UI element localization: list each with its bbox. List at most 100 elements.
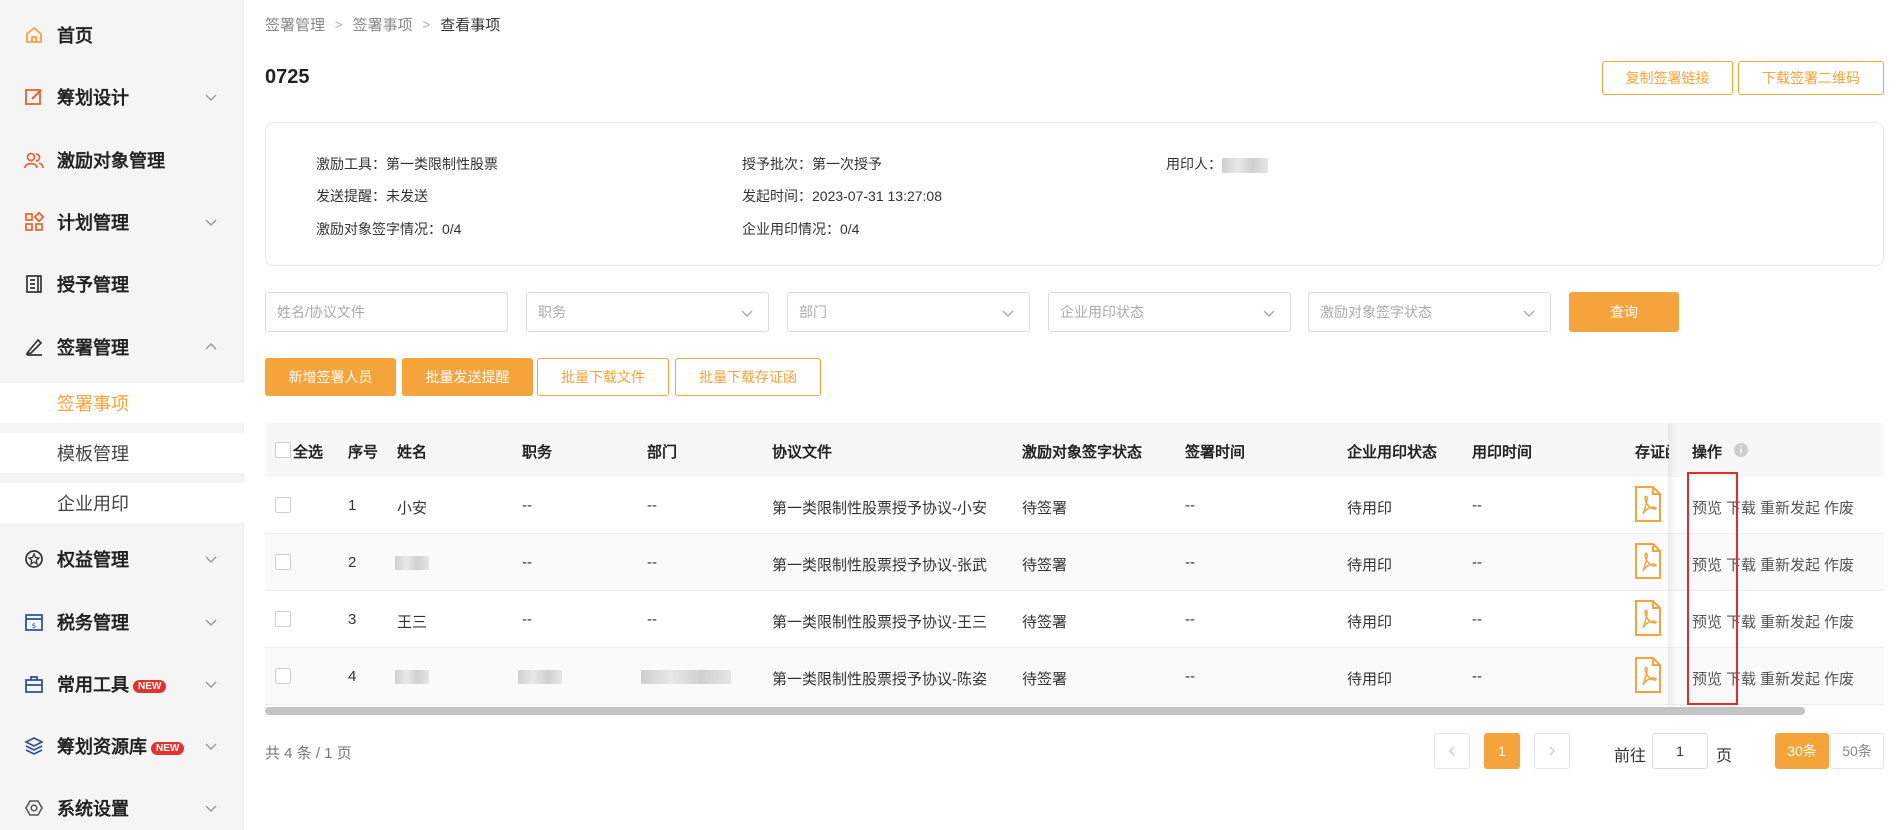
- prev-page-button[interactable]: [1434, 733, 1470, 769]
- sidebar-item-plans[interactable]: 计划管理: [0, 202, 244, 242]
- row-checkbox[interactable]: [275, 668, 291, 684]
- sign-status-select[interactable]: 激励对象签字状态: [1308, 292, 1551, 332]
- void-link[interactable]: 作废: [1824, 497, 1854, 518]
- resend-link[interactable]: 重新发起: [1760, 611, 1820, 632]
- query-button[interactable]: 查询: [1569, 292, 1679, 332]
- cell-agreement[interactable]: 第一类限制性股票授予协议-小安: [772, 497, 987, 518]
- info-batch: 授予批次：第一次授予: [742, 156, 882, 172]
- chevron-down-icon: [1523, 310, 1535, 317]
- page-size-30-button[interactable]: 30条: [1775, 733, 1829, 769]
- chevron-left-icon: [1449, 746, 1455, 756]
- row-checkbox[interactable]: [275, 611, 291, 627]
- cell-agreement[interactable]: 第一类限制性股票授予协议-张武: [772, 554, 987, 575]
- sidebar-item-label: 激励对象管理: [57, 151, 165, 171]
- sidebar-item-home[interactable]: 首页: [0, 15, 244, 55]
- sidebar-subitem-label: 企业用印: [57, 494, 129, 514]
- pdf-file-icon[interactable]: [1634, 657, 1662, 693]
- col-position: 职务: [522, 444, 553, 461]
- info-reminder: 发送提醒：未发送: [316, 188, 428, 204]
- svg-text:$: $: [32, 622, 36, 630]
- void-link[interactable]: 作废: [1824, 611, 1854, 632]
- row-checkbox[interactable]: [275, 554, 291, 570]
- page-size-50-button[interactable]: 50条: [1830, 733, 1884, 769]
- chevron-down-icon: [741, 310, 753, 317]
- goto-page-input[interactable]: 1: [1652, 733, 1708, 769]
- sidebar-subitem-label: 签署事项: [57, 394, 129, 414]
- sidebar-item-settings[interactable]: 系统设置: [0, 788, 244, 828]
- chevron-down-icon: [205, 94, 217, 101]
- sidebar-subitem-signing-matters[interactable]: 签署事项: [0, 383, 244, 423]
- col-seal-status: 企业用印状态: [1347, 444, 1438, 461]
- breadcrumb-signing[interactable]: 签署管理: [265, 14, 325, 35]
- chevron-down-icon: [205, 805, 217, 812]
- sidebar-item-incentive-objects[interactable]: 激励对象管理: [0, 140, 244, 180]
- cell-agreement[interactable]: 第一类限制性股票授予协议-王三: [772, 611, 987, 632]
- row-checkbox[interactable]: [275, 497, 291, 513]
- cell-seal-status: 待用印: [1347, 500, 1393, 517]
- sidebar-subitem-templates[interactable]: 模板管理: [0, 433, 244, 473]
- batch-remind-button[interactable]: 批量发送提醒: [402, 358, 533, 396]
- chevron-down-icon: [205, 219, 217, 226]
- resend-link[interactable]: 重新发起: [1760, 497, 1820, 518]
- pdf-file-icon[interactable]: [1634, 486, 1662, 522]
- table-row: 3 王三 -- -- 第一类限制性股票授予协议-王三 待签署 -- 待用印 --…: [265, 591, 1884, 648]
- info-tool: 激励工具：第一类限制性股票: [316, 156, 498, 172]
- page-button-current[interactable]: 1: [1484, 733, 1520, 769]
- name-search-input[interactable]: 姓名/协议文件: [265, 292, 508, 332]
- sidebar-item-tools[interactable]: 常用工具 NEW: [0, 664, 244, 704]
- table-row: 1 小安 -- -- 第一类限制性股票授予协议-小安 待签署 -- 待用印 --…: [265, 477, 1884, 534]
- void-link[interactable]: 作废: [1824, 554, 1854, 575]
- chevron-down-icon: [205, 743, 217, 750]
- sidebar-item-signing[interactable]: 签署管理: [0, 327, 244, 367]
- void-link[interactable]: 作废: [1824, 668, 1854, 689]
- cell-sign-time: --: [1185, 554, 1195, 571]
- sidebar-item-label: 筹划资源库 NEW: [57, 733, 185, 759]
- cell-seal-status: 待用印: [1347, 671, 1393, 688]
- col-operations: 操作: [1692, 444, 1723, 461]
- users-icon: [24, 150, 44, 170]
- cell-sign-time: --: [1185, 611, 1195, 628]
- batch-download-files-button[interactable]: 批量下载文件: [537, 358, 669, 396]
- breadcrumb: 签署管理 > 签署事项 > 查看事项: [265, 14, 500, 35]
- info-icon[interactable]: [1733, 442, 1749, 458]
- cell-position: --: [522, 554, 532, 571]
- resend-link[interactable]: 重新发起: [1760, 554, 1820, 575]
- cell-seal-time: --: [1472, 668, 1482, 685]
- redacted-name: [395, 670, 429, 684]
- sidebar-item-label: 常用工具 NEW: [57, 671, 167, 697]
- cell-sign-status: 待签署: [1022, 500, 1068, 517]
- highlight-box: [1687, 472, 1738, 705]
- pdf-file-icon[interactable]: [1634, 543, 1662, 579]
- cell-seal-time: --: [1472, 497, 1482, 514]
- breadcrumb-matters[interactable]: 签署事项: [353, 14, 413, 35]
- sidebar-item-equity[interactable]: 权益管理: [0, 539, 244, 579]
- next-page-button[interactable]: [1534, 733, 1570, 769]
- download-qr-button[interactable]: 下载签署二维码: [1738, 61, 1884, 95]
- col-certificate: 存证函: [1635, 444, 1669, 461]
- select-all-checkbox[interactable]: [275, 442, 291, 458]
- cell-agreement[interactable]: 第一类限制性股票授予协议-陈姿: [772, 668, 987, 689]
- chevron-down-icon: [1263, 310, 1275, 317]
- sidebar-item-tax[interactable]: $ 税务管理: [0, 602, 244, 642]
- sidebar-item-design[interactable]: 筹划设计: [0, 77, 244, 117]
- seal-status-select[interactable]: 企业用印状态: [1048, 292, 1291, 332]
- department-select[interactable]: 部门: [787, 292, 1030, 332]
- position-select[interactable]: 职务: [526, 292, 769, 332]
- batch-download-certs-button[interactable]: 批量下载存证函: [675, 358, 821, 396]
- settings-hex-icon: [24, 798, 44, 818]
- pdf-file-icon[interactable]: [1634, 600, 1662, 636]
- add-signer-button[interactable]: 新增签署人员: [265, 358, 396, 396]
- sidebar-subitem-company-seal[interactable]: 企业用印: [0, 483, 244, 523]
- sidebar-item-label: 首页: [57, 26, 93, 46]
- horizontal-scrollbar[interactable]: [265, 707, 1805, 715]
- col-sign-time: 签署时间: [1185, 444, 1246, 461]
- copy-sign-link-button[interactable]: 复制签署链接: [1602, 61, 1733, 95]
- resend-link[interactable]: 重新发起: [1760, 668, 1820, 689]
- sidebar-subitem-label: 模板管理: [57, 444, 129, 464]
- chevron-right-icon: [1549, 746, 1555, 756]
- col-name: 姓名: [397, 444, 428, 461]
- page-suffix-label: 页: [1716, 748, 1733, 765]
- sidebar-item-grants[interactable]: 授予管理: [0, 264, 244, 304]
- col-department: 部门: [647, 444, 678, 461]
- sidebar-item-resources[interactable]: 筹划资源库 NEW: [0, 726, 244, 766]
